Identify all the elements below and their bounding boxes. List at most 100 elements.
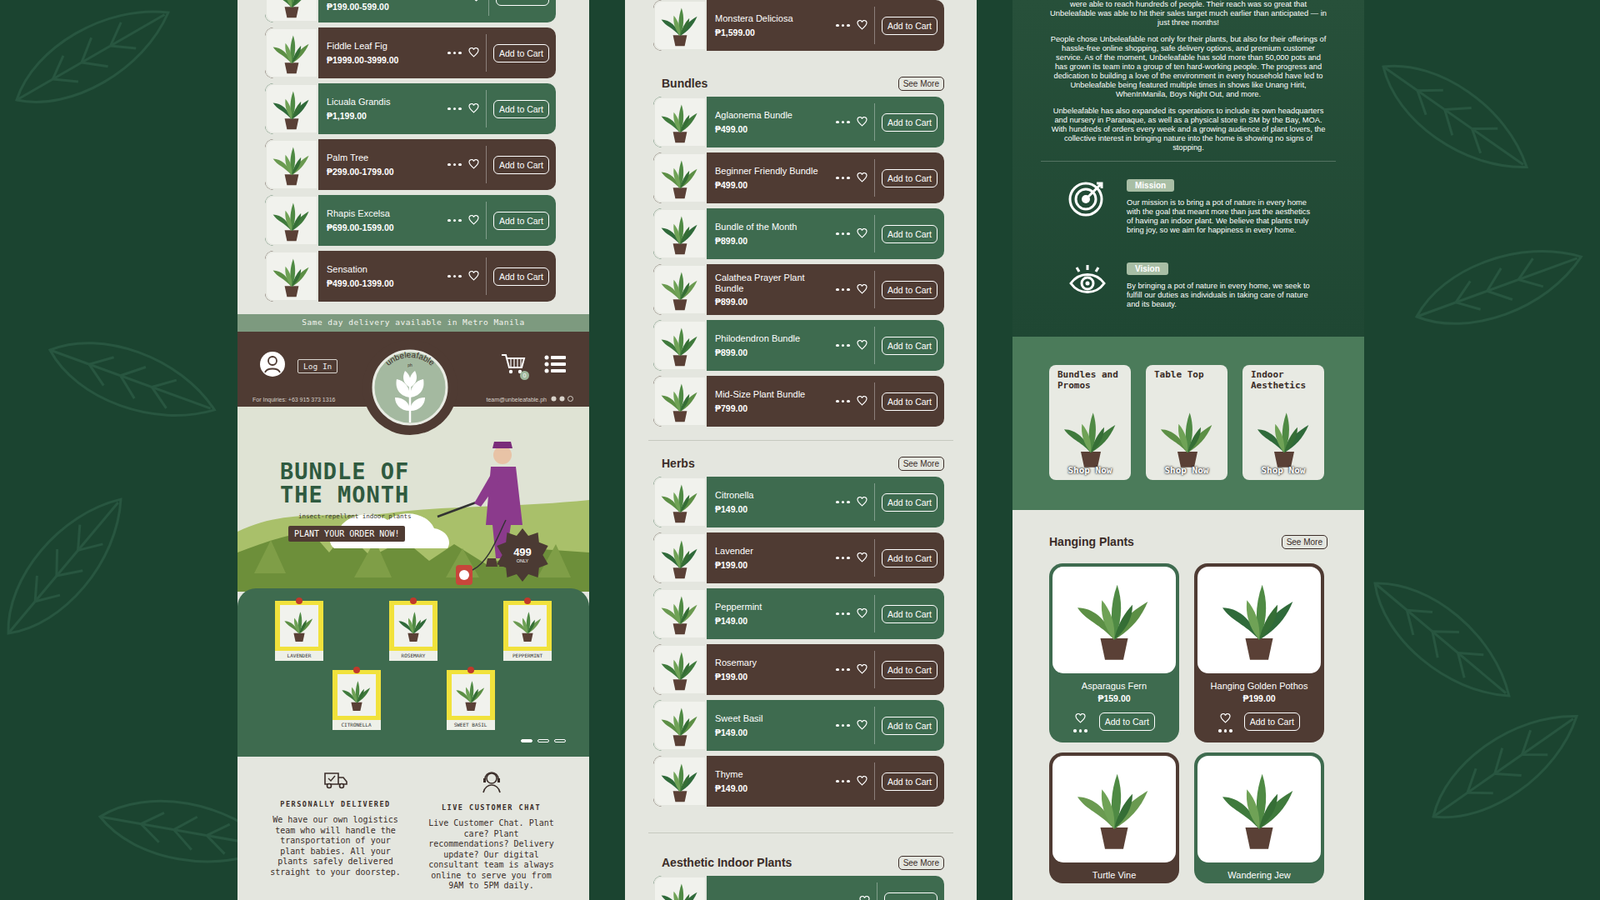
- product-card[interactable]: Sweet Basil₱149.00Add to Cart: [653, 700, 945, 751]
- more-icon[interactable]: [447, 51, 462, 55]
- more-icon[interactable]: [835, 344, 850, 348]
- like-button[interactable]: [856, 662, 868, 678]
- category-card[interactable]: Table TopShop Now: [1145, 365, 1228, 480]
- more-icon[interactable]: [835, 500, 850, 505]
- add-to-cart-button[interactable]: Add to Cart: [493, 267, 550, 286]
- more-icon[interactable]: [835, 400, 850, 404]
- more-icon[interactable]: [447, 163, 462, 167]
- add-to-cart-button[interactable]: [495, 0, 550, 6]
- like-button[interactable]: [468, 101, 480, 117]
- like-button[interactable]: [856, 282, 868, 298]
- user-icon[interactable]: [259, 350, 286, 381]
- add-to-cart-button[interactable]: Add to Cart: [881, 16, 938, 35]
- more-icon[interactable]: [835, 668, 850, 672]
- category-card[interactable]: Bundles and PromosShop Now: [1049, 365, 1131, 480]
- more-icon[interactable]: [835, 24, 850, 28]
- more-icon[interactable]: [447, 275, 462, 279]
- cart-button[interactable]: 0: [500, 353, 526, 379]
- like-button[interactable]: [856, 495, 868, 510]
- like-button[interactable]: [856, 606, 868, 622]
- product-card[interactable]: Mid-Size Plant Bundle₱799.00Add to Cart: [653, 375, 945, 427]
- heart-icon[interactable]: [856, 228, 868, 239]
- product-card[interactable]: Aglaonema Bundle₱499.00Add to Cart: [653, 96, 945, 148]
- social-icons[interactable]: [550, 395, 575, 403]
- gallery-card[interactable]: SWEET BASIL: [446, 670, 495, 730]
- product-card[interactable]: Bundle of the Month₱899.00Add to Cart: [653, 208, 945, 260]
- more-icon[interactable]: [835, 232, 850, 236]
- like-button[interactable]: [1075, 711, 1086, 727]
- menu-icon[interactable]: [544, 355, 566, 377]
- product-card[interactable]: Palm Tree₱299.00-1799.00Add to Cart: [265, 139, 556, 190]
- heart-icon[interactable]: [856, 775, 868, 786]
- product-card[interactable]: Citronella₱149.00Add to Cart: [653, 476, 945, 528]
- like-button[interactable]: [856, 338, 868, 354]
- see-more-button[interactable]: See More: [898, 456, 945, 471]
- category-card[interactable]: Indoor AestheticsShop Now: [1242, 365, 1325, 480]
- social-icon[interactable]: [550, 395, 575, 402]
- product-card[interactable]: ₱199.00-599.00: [265, 0, 556, 23]
- product-card[interactable]: Licuala Grandis₱1,199.00Add to Cart: [265, 83, 556, 135]
- like-button[interactable]: [856, 394, 868, 410]
- add-to-cart-button[interactable]: Add to Cart: [881, 549, 938, 568]
- like-button[interactable]: [856, 550, 868, 566]
- like-button[interactable]: [856, 226, 868, 242]
- gallery-card[interactable]: CITRONELLA: [332, 670, 381, 730]
- add-to-cart-button[interactable]: Add to Cart: [881, 392, 938, 411]
- add-to-cart-button[interactable]: Add to Cart: [1244, 712, 1300, 731]
- shop-now-button[interactable]: Shop Now: [1145, 465, 1228, 476]
- add-to-cart-button[interactable]: Add to Cart: [881, 716, 938, 735]
- carousel-dot[interactable]: [520, 739, 533, 743]
- heart-icon[interactable]: [1075, 713, 1086, 724]
- heart-icon[interactable]: [856, 172, 868, 183]
- more-icon[interactable]: [447, 107, 462, 111]
- gallery-card[interactable]: PEPPERMINT: [503, 600, 552, 661]
- see-more-button[interactable]: See More: [898, 76, 945, 91]
- heart-icon[interactable]: [856, 552, 868, 563]
- heart-icon[interactable]: [856, 20, 868, 30]
- heart-icon[interactable]: [856, 496, 868, 507]
- product-card[interactable]: [653, 875, 945, 900]
- product-card[interactable]: Turtle Vine: [1049, 752, 1180, 884]
- product-card[interactable]: Peppermint₱149.00Add to Cart: [653, 588, 945, 640]
- heart-icon[interactable]: [856, 395, 868, 406]
- heart-icon[interactable]: [859, 895, 870, 900]
- order-button[interactable]: PLANT YOUR ORDER NOW!: [288, 525, 405, 542]
- like-button[interactable]: [468, 213, 480, 229]
- user-icon[interactable]: [259, 350, 286, 378]
- more-icon[interactable]: [835, 780, 850, 784]
- add-to-cart-button[interactable]: Add to Cart: [881, 280, 938, 300]
- add-to-cart-button[interactable]: Add to Cart: [493, 44, 550, 63]
- add-to-cart-button[interactable]: Add to Cart: [881, 336, 938, 355]
- product-card[interactable]: Monstera Deliciosa₱1,599.00Add to Cart: [653, 0, 945, 51]
- add-to-cart-button[interactable]: Add to Cart: [881, 493, 938, 512]
- like-button[interactable]: [468, 45, 480, 61]
- heart-icon[interactable]: [468, 103, 480, 114]
- add-to-cart-button[interactable]: Add to Cart: [881, 225, 938, 244]
- heart-icon[interactable]: [856, 340, 868, 350]
- add-to-cart-button[interactable]: Add to Cart: [1099, 712, 1155, 731]
- product-card[interactable]: Sensation₱499.00-1399.00Add to Cart: [265, 250, 556, 302]
- see-more-button[interactable]: See More: [898, 855, 945, 870]
- like-button[interactable]: [856, 718, 868, 734]
- like-button[interactable]: [856, 115, 868, 130]
- heart-icon[interactable]: [856, 664, 868, 675]
- heart-icon[interactable]: [856, 116, 868, 127]
- product-card[interactable]: Calathea Prayer Plant Bundle₱899.00Add t…: [653, 264, 945, 315]
- add-to-cart-button[interactable]: Add to Cart: [881, 605, 938, 624]
- heart-icon[interactable]: [856, 608, 868, 619]
- product-card[interactable]: Asparagus Fern₱159.00Add to Cart: [1049, 563, 1180, 743]
- login-button[interactable]: Log In: [297, 359, 338, 374]
- like-button[interactable]: [856, 170, 868, 186]
- like-button[interactable]: [859, 894, 870, 900]
- menu-icon[interactable]: [544, 355, 566, 374]
- carousel-dot[interactable]: [554, 739, 566, 743]
- add-to-cart-button[interactable]: Add to Cart: [881, 113, 938, 132]
- more-icon[interactable]: [835, 612, 850, 616]
- shop-now-button[interactable]: Shop Now: [1049, 465, 1131, 476]
- product-card[interactable]: Rosemary₱199.00Add to Cart: [653, 644, 945, 695]
- product-card[interactable]: Hanging Golden Pothos₱199.00Add to Cart: [1194, 563, 1325, 743]
- product-card[interactable]: Thyme₱149.00Add to Cart: [653, 755, 945, 807]
- add-to-cart-button[interactable]: Add to Cart: [881, 772, 938, 791]
- product-card[interactable]: Wandering Jew: [1194, 752, 1325, 884]
- heart-icon[interactable]: [468, 215, 480, 225]
